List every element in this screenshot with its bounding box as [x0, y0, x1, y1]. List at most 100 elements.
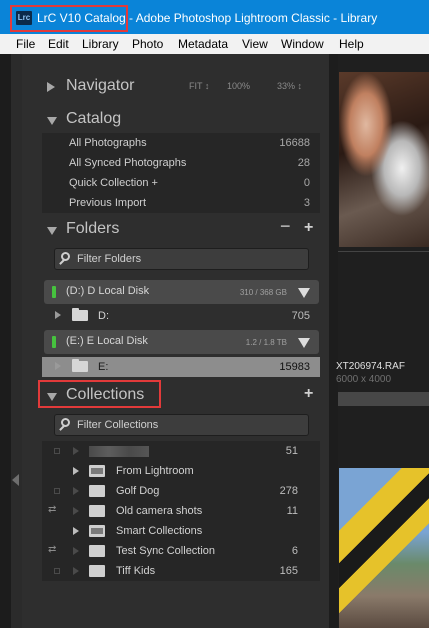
expand-triangle-icon: [73, 507, 79, 515]
menu-library[interactable]: Library: [82, 37, 119, 51]
menu-help[interactable]: Help: [339, 37, 364, 51]
nav-zoom-100[interactable]: 100%: [227, 81, 250, 91]
search-icon: [61, 252, 70, 261]
collection-name: Golf Dog: [116, 485, 160, 497]
photo-dimensions: 6000 x 4000: [336, 374, 392, 385]
nav-zoom-fit[interactable]: FIT ↕: [189, 81, 209, 91]
collection-icon: [89, 505, 105, 517]
collections-list: 51 From Lightroom Golf Dog 278 ⇄ Old cam…: [42, 441, 320, 581]
collection-count: 278: [279, 485, 298, 497]
collection-set-icon: [89, 465, 105, 477]
photo-thumbnail[interactable]: [339, 72, 429, 247]
volume-name: (D:) D Local Disk: [66, 285, 150, 297]
collection-name: From Lightroom: [116, 465, 194, 477]
expand-triangle-icon[interactable]: [47, 82, 55, 92]
add-collection-button[interactable]: +: [304, 385, 313, 403]
catalog-item[interactable]: All Photographs 16688: [42, 133, 320, 153]
remove-folder-button[interactable]: −: [280, 217, 291, 235]
photo-filename: XT206974.RAF: [336, 361, 405, 372]
photo-thumbnail[interactable]: [339, 468, 429, 628]
collection-icon: [89, 565, 105, 577]
filter-collections-placeholder: Filter Collections: [77, 419, 159, 431]
expand-triangle-icon: [73, 547, 79, 555]
folder-count: 705: [291, 310, 310, 322]
panel-scrollbar[interactable]: [329, 54, 338, 628]
expand-triangle-icon[interactable]: [73, 467, 79, 475]
expand-triangle-icon: [73, 567, 79, 575]
collapse-triangle-icon[interactable]: [47, 227, 57, 235]
menu-edit[interactable]: Edit: [48, 37, 69, 51]
catalog-item-count: 28: [297, 157, 310, 169]
collection-name: Old camera shots: [116, 505, 203, 517]
volume-status-icon: [52, 286, 56, 298]
catalog-item-label: Quick Collection +: [69, 177, 158, 189]
navigator-header[interactable]: Navigator FIT ↕ 100% 33% ↕: [22, 72, 329, 100]
volume-d[interactable]: (D:) D Local Disk 310 / 368 GB: [44, 280, 319, 304]
volume-size: 310 / 368 GB: [239, 288, 287, 297]
folder-icon: [72, 359, 88, 372]
collapse-triangle-icon[interactable]: [47, 117, 57, 125]
collection-icon: [89, 545, 105, 557]
menu-photo[interactable]: Photo: [132, 37, 163, 51]
catalog-item[interactable]: Quick Collection + 0: [42, 173, 320, 193]
volume-dropdown-icon[interactable]: [298, 288, 310, 298]
collapse-left-arrow-icon[interactable]: [12, 474, 19, 486]
sync-icon: ⇄: [48, 544, 57, 555]
collection-checkbox[interactable]: [54, 568, 60, 574]
volume-size: 1.2 / 1.8 TB: [245, 338, 287, 347]
sync-icon: ⇄: [48, 504, 57, 515]
folder-row[interactable]: D: 705: [42, 306, 320, 326]
folder-row-selected[interactable]: E: 15983: [42, 357, 320, 377]
navigator-title: Navigator: [66, 77, 135, 94]
folders-header[interactable]: Folders − +: [22, 215, 329, 243]
catalog-item-label: All Photographs: [69, 137, 147, 149]
menu-metadata[interactable]: Metadata: [178, 37, 228, 51]
menu-view[interactable]: View: [242, 37, 268, 51]
app-title: Adobe Photoshop Lightroom Classic - Libr…: [135, 11, 378, 25]
collection-row[interactable]: ⇄ Old camera shots 11: [42, 501, 320, 521]
collection-row[interactable]: Tiff Kids 165: [42, 561, 320, 581]
collections-highlight: [38, 380, 161, 408]
folders-title: Folders: [66, 220, 120, 237]
volume-e[interactable]: (E:) E Local Disk 1.2 / 1.8 TB: [44, 330, 319, 354]
folder-icon: [72, 308, 88, 321]
blurred-collection-name: [89, 446, 149, 457]
menu-window[interactable]: Window: [281, 37, 324, 51]
grid-cell-footer: [338, 392, 429, 406]
expand-triangle-icon: [73, 487, 79, 495]
volume-dropdown-icon[interactable]: [298, 338, 310, 348]
filter-folders-input[interactable]: Filter Folders: [54, 248, 309, 270]
collection-count: 165: [279, 565, 298, 577]
catalog-label-highlight: [10, 5, 128, 32]
catalog-item-label: All Synced Photographs: [69, 157, 187, 169]
collection-checkbox[interactable]: [54, 488, 60, 494]
collection-checkbox[interactable]: [54, 448, 60, 454]
collection-row[interactable]: Golf Dog 278: [42, 481, 320, 501]
folder-name: E:: [98, 361, 109, 373]
add-folder-button[interactable]: +: [304, 219, 313, 237]
catalog-item[interactable]: All Synced Photographs 28: [42, 153, 320, 173]
menu-file[interactable]: File: [16, 37, 35, 51]
filter-collections-input[interactable]: Filter Collections: [54, 414, 309, 436]
left-panel-strip: [0, 54, 11, 628]
collection-set-row[interactable]: Smart Collections: [42, 521, 320, 541]
collection-icon: [89, 485, 105, 497]
collection-row[interactable]: 51: [42, 441, 320, 461]
catalog-header[interactable]: Catalog: [22, 105, 329, 133]
collection-name: Tiff Kids: [116, 565, 156, 577]
catalog-title: Catalog: [66, 110, 122, 127]
collection-set-row[interactable]: From Lightroom: [42, 461, 320, 481]
volume-status-icon: [52, 336, 56, 348]
search-icon: [61, 418, 70, 427]
nav-zoom-33[interactable]: 33% ↕: [277, 81, 302, 91]
menu-bar: File Edit Library Photo Metadata View Wi…: [0, 34, 429, 54]
expand-triangle-icon: [73, 447, 79, 455]
expand-triangle-icon[interactable]: [73, 527, 79, 535]
expand-triangle-icon[interactable]: [55, 311, 61, 319]
collection-row[interactable]: ⇄ Test Sync Collection 6: [42, 541, 320, 561]
catalog-item-count: 3: [303, 197, 310, 209]
catalog-item[interactable]: Previous Import 3: [42, 193, 320, 213]
folder-count: 15983: [279, 361, 310, 373]
expand-triangle-icon[interactable]: [55, 362, 61, 370]
catalog-item-count: 0: [303, 177, 310, 189]
